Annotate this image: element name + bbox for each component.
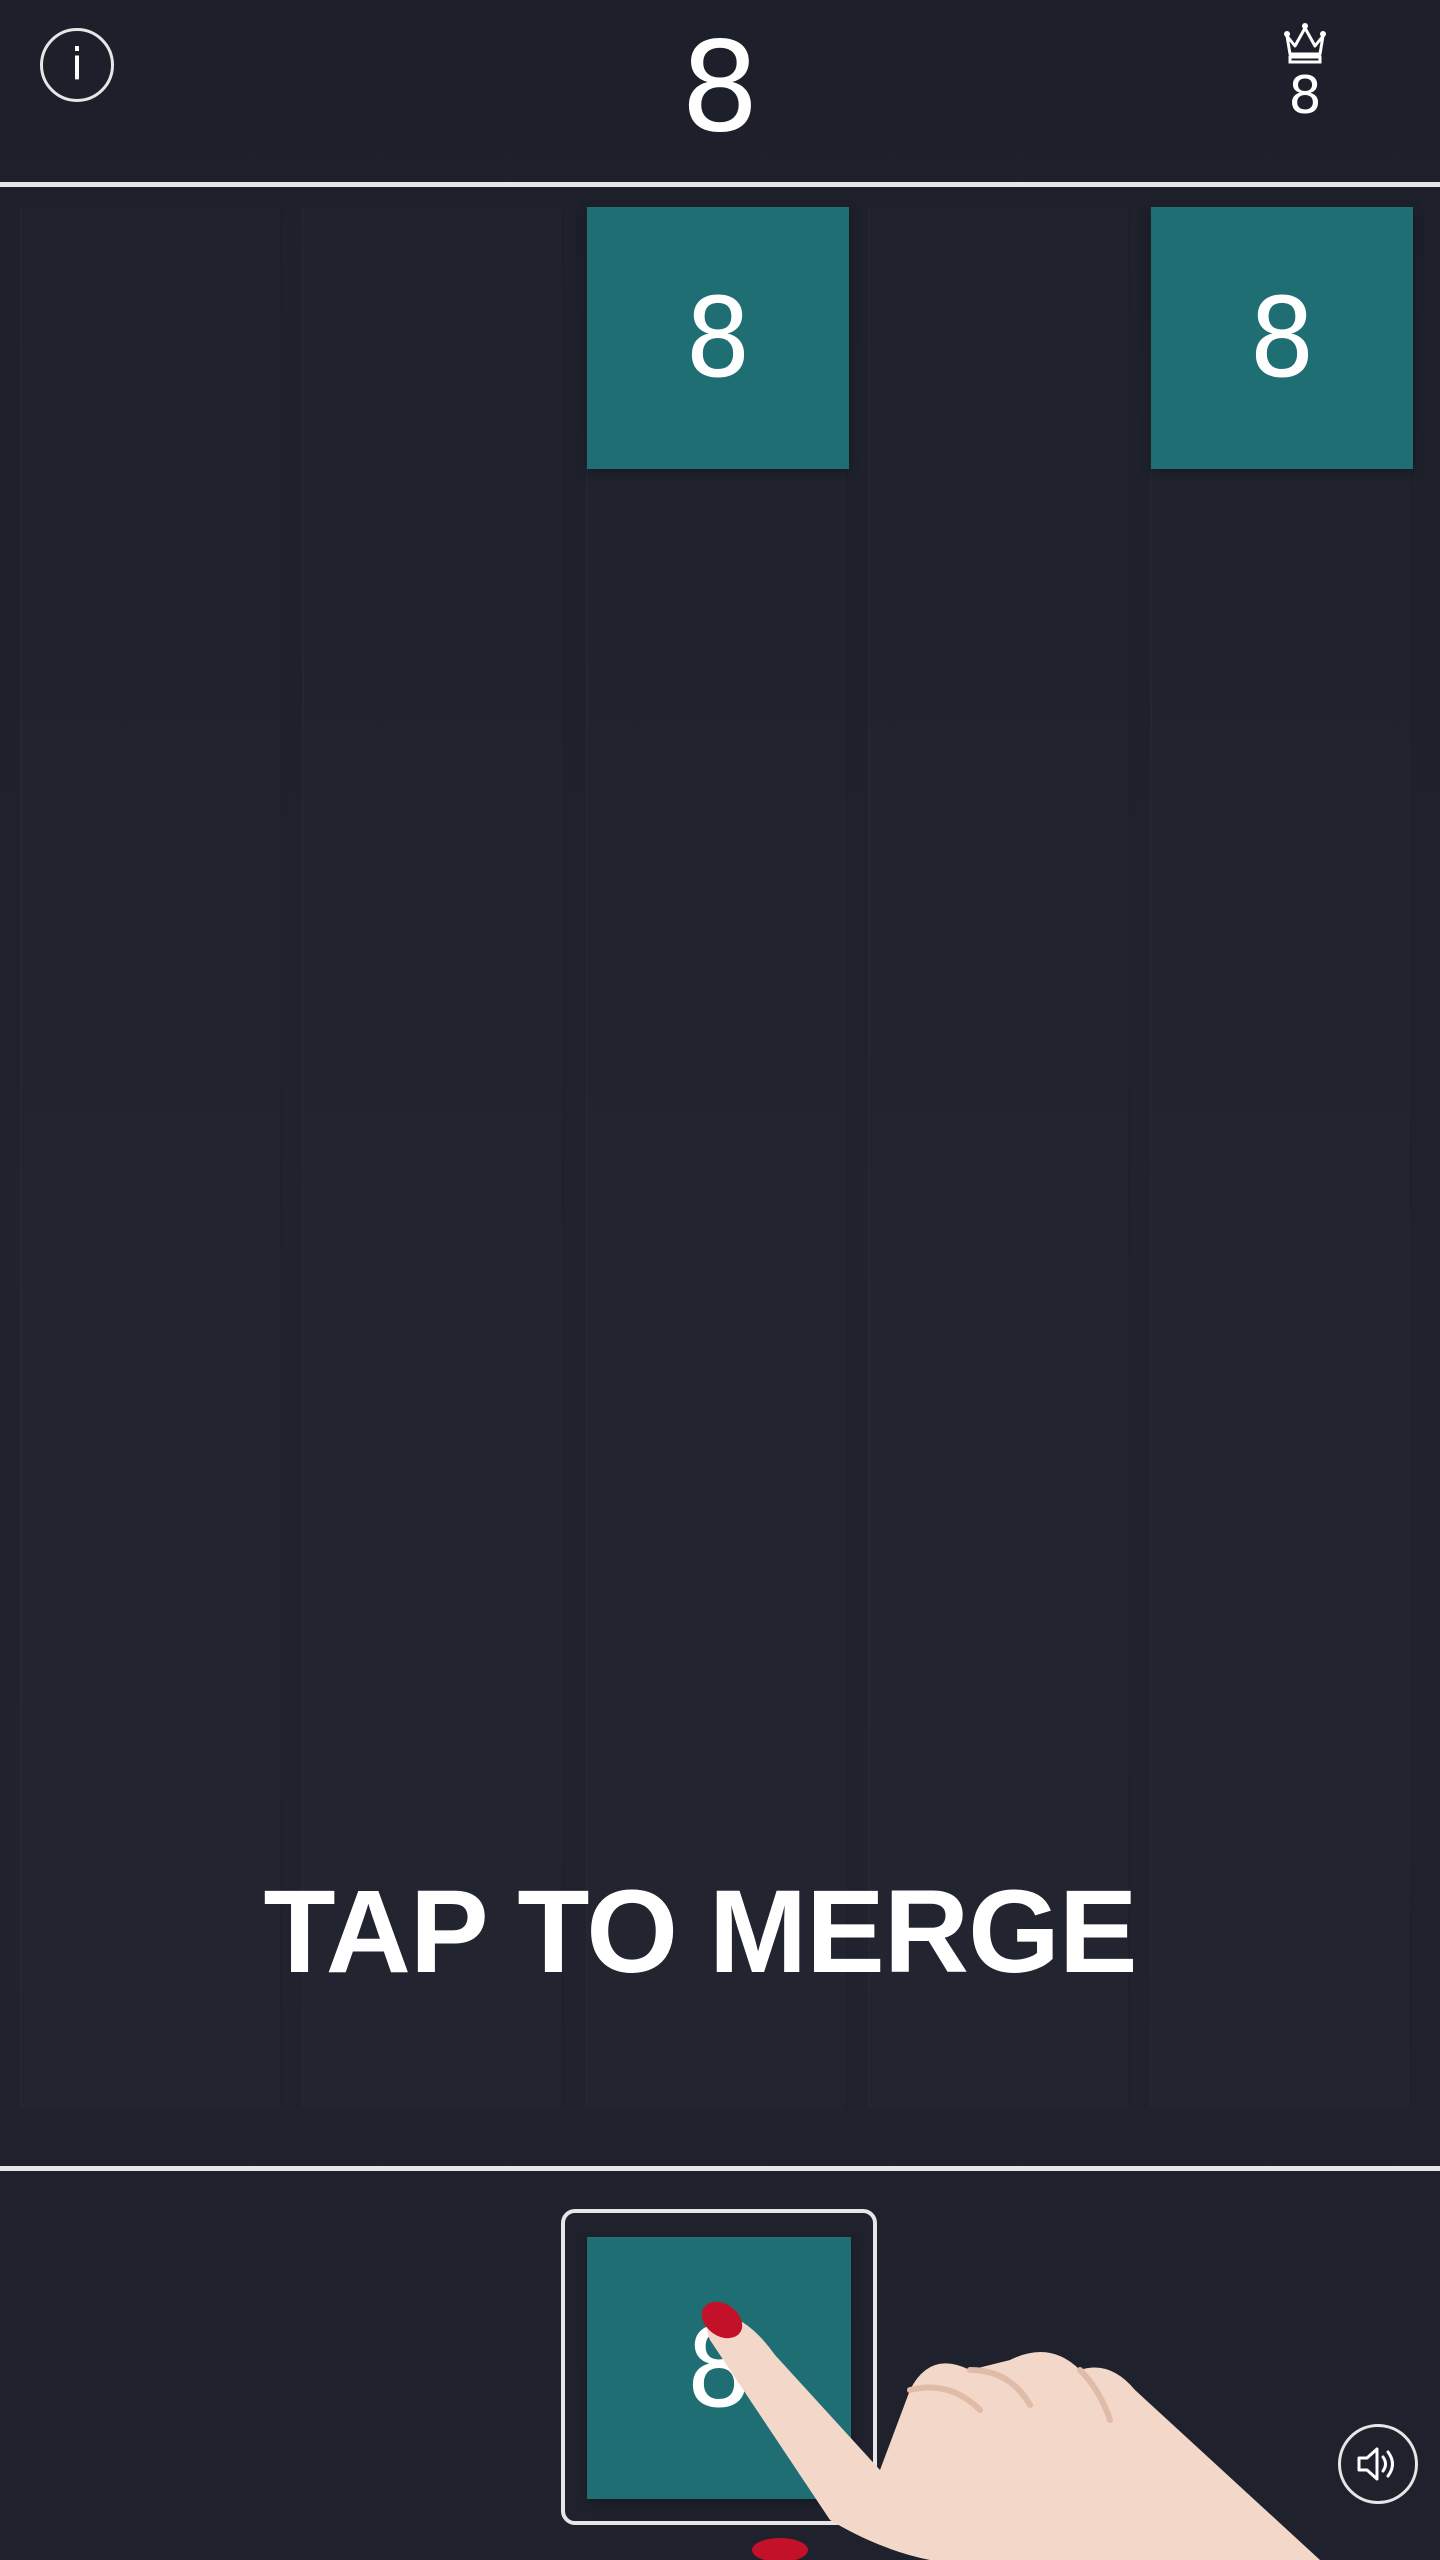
current-score: 8	[680, 16, 760, 160]
best-score-value: 8	[1288, 66, 1322, 126]
crown-icon	[1284, 23, 1326, 64]
info-icon[interactable]: i	[40, 28, 114, 102]
board-tile: 8	[1151, 207, 1413, 469]
board-column-2[interactable]	[302, 207, 564, 2107]
speaker-icon[interactable]	[1338, 2424, 1418, 2504]
board-column-1[interactable]	[20, 207, 282, 2107]
header-bar: i 8 8	[0, 0, 1440, 184]
info-label: i	[70, 39, 84, 90]
best-score: 8	[1250, 20, 1360, 140]
tap-to-merge-hint: TAP TO MERGE	[263, 1866, 1137, 1998]
board-tile: 8	[587, 207, 849, 469]
board-column-3[interactable]	[586, 207, 848, 2107]
next-tile[interactable]: 8	[587, 2237, 851, 2499]
board-column-5[interactable]	[1150, 207, 1412, 2107]
board-column-4[interactable]	[868, 207, 1130, 2107]
game-screen: i 8 8 8 8 TAP TO MERGE 8	[0, 0, 1440, 2560]
bottom-divider	[0, 2166, 1440, 2171]
game-board[interactable]: 8 8 TAP TO MERGE	[0, 187, 1440, 2165]
speaker-glyph	[1357, 2447, 1394, 2481]
